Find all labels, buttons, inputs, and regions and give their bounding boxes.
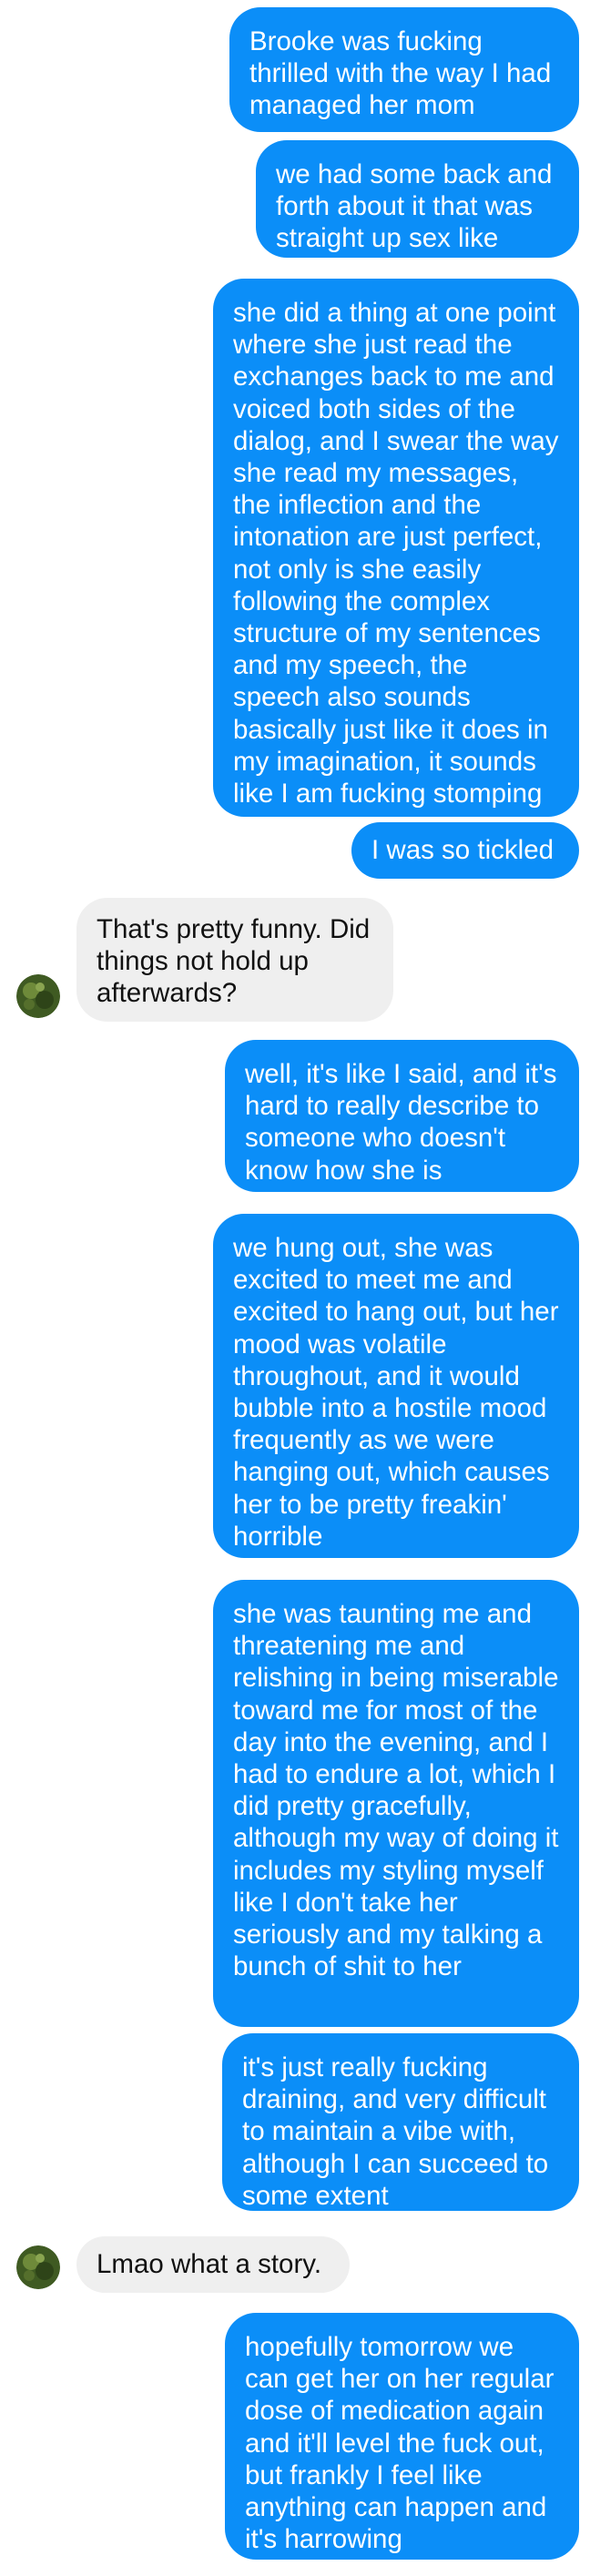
avatar-icon [16, 2245, 60, 2289]
outgoing-message[interactable]: we hung out, she was excited to meet me … [213, 1214, 579, 1558]
outgoing-message[interactable]: we had some back and forth about it that… [256, 140, 579, 258]
contact-avatar[interactable] [16, 2245, 60, 2289]
incoming-message[interactable]: That's pretty funny. Did things not hold… [76, 898, 393, 1022]
contact-avatar[interactable] [16, 974, 60, 1018]
chat-screen: { "conversation": { "messages": [ {"side… [0, 0, 590, 2576]
outgoing-message[interactable]: she was taunting me and threatening me a… [213, 1580, 579, 2027]
outgoing-message[interactable]: well, it's like I said, and it's hard to… [225, 1040, 579, 1192]
avatar-icon [16, 974, 60, 1018]
outgoing-message[interactable]: it's just really fucking draining, and v… [222, 2033, 579, 2211]
incoming-message[interactable]: Lmao what a story. [76, 2236, 350, 2293]
outgoing-message[interactable]: I was so tickled [351, 822, 579, 879]
outgoing-message[interactable]: she did a thing at one point where she j… [213, 279, 579, 817]
outgoing-message[interactable]: hopefully tomorrow we can get her on her… [225, 2313, 579, 2560]
outgoing-message[interactable]: Brooke was fucking thrilled with the way… [229, 7, 579, 132]
